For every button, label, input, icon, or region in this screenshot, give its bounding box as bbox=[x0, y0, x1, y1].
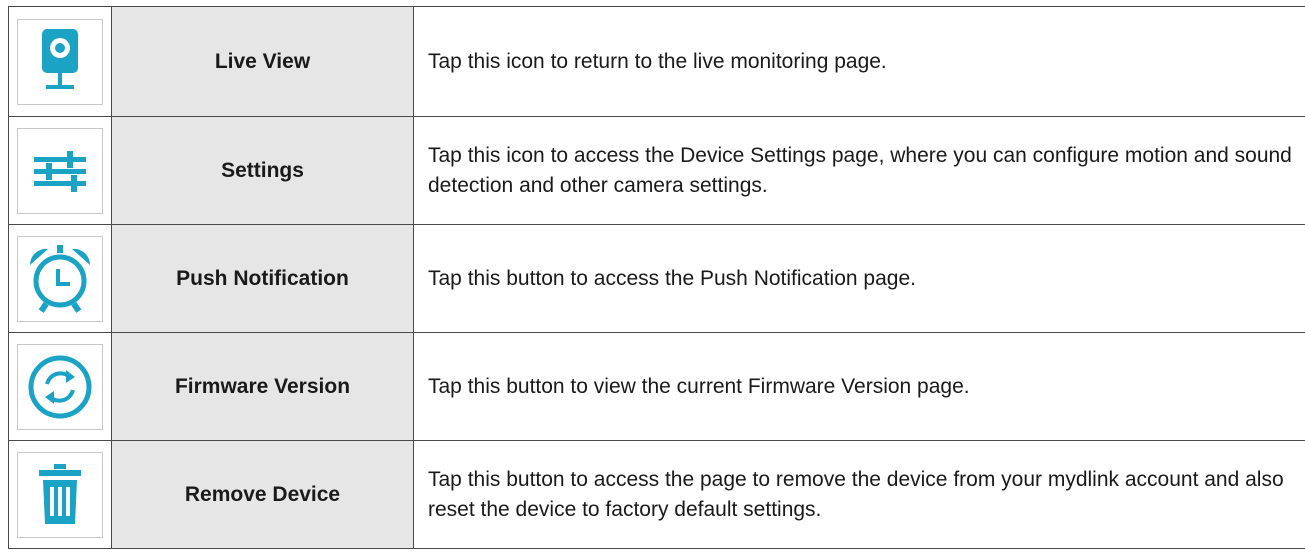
alarm-clock-icon bbox=[29, 244, 91, 313]
refresh-icon bbox=[28, 355, 92, 418]
firmware-version-button[interactable] bbox=[17, 343, 103, 430]
icon-cell bbox=[8, 441, 112, 548]
table-row: Firmware Version Tap this button to view… bbox=[8, 333, 1305, 441]
icon-cell bbox=[8, 333, 112, 440]
feature-description-text: Tap this button to access the page to re… bbox=[428, 467, 1284, 521]
table-row: Push Notification Tap this button to acc… bbox=[8, 225, 1305, 333]
feature-name: Push Notification bbox=[112, 225, 414, 332]
table-row: Settings Tap this icon to access the Dev… bbox=[8, 117, 1305, 225]
feature-description: Tap this icon to access the Device Setti… bbox=[414, 117, 1305, 224]
icon-cell bbox=[8, 117, 112, 224]
live-view-button[interactable] bbox=[17, 18, 103, 105]
trash-icon bbox=[39, 463, 81, 524]
feature-description-text: Tap this icon to return to the live moni… bbox=[428, 49, 887, 73]
icon-cell bbox=[8, 7, 112, 116]
feature-name: Remove Device bbox=[112, 441, 414, 548]
feature-name: Settings bbox=[112, 117, 414, 224]
feature-description-text: Tap this button to view the current Firm… bbox=[428, 374, 970, 398]
feature-table: Live View Tap this icon to return to the… bbox=[8, 6, 1305, 549]
push-notification-button[interactable] bbox=[17, 235, 103, 322]
camera-icon bbox=[42, 28, 78, 89]
icon-cell bbox=[8, 225, 112, 332]
table-row: Remove Device Tap this button to access … bbox=[8, 441, 1305, 549]
feature-name: Live View bbox=[112, 7, 414, 116]
feature-description-text: Tap this icon to access the Device Setti… bbox=[428, 143, 1292, 197]
settings-button[interactable] bbox=[17, 127, 103, 214]
feature-name: Firmware Version bbox=[112, 333, 414, 440]
feature-description-text: Tap this button to access the Push Notif… bbox=[428, 266, 916, 290]
feature-description: Tap this button to view the current Firm… bbox=[414, 333, 1305, 440]
feature-description: Tap this button to access the page to re… bbox=[414, 441, 1305, 548]
sliders-icon bbox=[34, 150, 86, 192]
remove-device-button[interactable] bbox=[17, 451, 103, 538]
table-row: Live View Tap this icon to return to the… bbox=[8, 7, 1305, 117]
feature-description: Tap this button to access the Push Notif… bbox=[414, 225, 1305, 332]
feature-description: Tap this icon to return to the live moni… bbox=[414, 7, 1305, 116]
